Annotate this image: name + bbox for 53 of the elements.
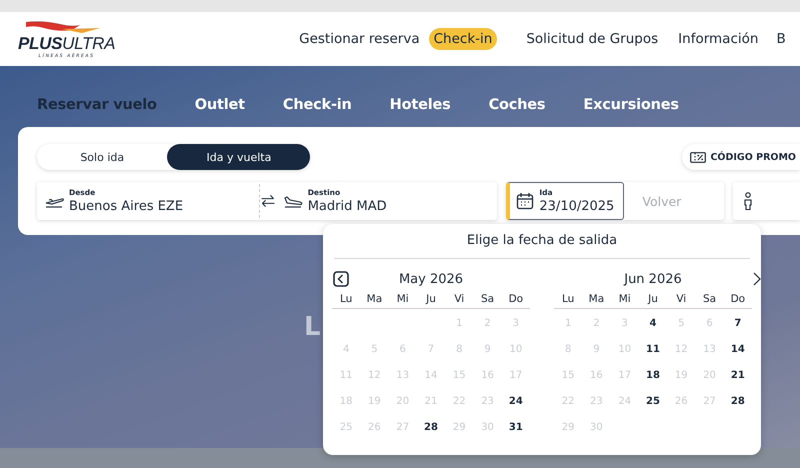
weekday-label: Do — [730, 292, 746, 304]
calendar-day[interactable]: 11 — [638, 344, 668, 354]
nav-link[interactable]: Check-in — [428, 28, 498, 50]
nav-link[interactable]: Gestionar reserva — [299, 28, 425, 50]
weekday-label: Mi — [396, 292, 410, 304]
nav-link[interactable]: Información — [673, 28, 764, 50]
month-title: Jun 2026 — [624, 272, 682, 286]
weekday-label: Mi — [618, 292, 632, 304]
return-date-field[interactable]: Volver — [624, 182, 724, 220]
logo-wordmark: PLUSULTRA — [18, 34, 116, 52]
month-title: May 2026 — [398, 272, 464, 286]
weekday-label: Lu — [560, 292, 576, 304]
calendar-icon — [516, 192, 534, 210]
field-value: 23/10/2025 — [539, 198, 614, 214]
weekday-label: Ma — [366, 292, 384, 304]
calendar-day[interactable]: 28 — [416, 422, 446, 432]
weekday-label: Ju — [424, 292, 437, 304]
field-value: Madrid MAD — [308, 198, 387, 214]
trip-type-option[interactable]: Solo ida — [37, 144, 168, 170]
calendar-day[interactable]: 21 — [724, 370, 752, 380]
hero-heading: L — [304, 312, 321, 342]
weekday-label: Do — [508, 292, 524, 304]
trip-type-option[interactable]: Ida y vuelta — [167, 144, 310, 170]
calendar-day[interactable]: 28 — [724, 396, 752, 406]
weekday-label: Vi — [453, 292, 466, 304]
tab[interactable]: Hoteles — [390, 97, 451, 113]
calendar-day[interactable]: 24 — [502, 396, 530, 406]
ticket-icon — [690, 152, 706, 162]
passengers-field[interactable] — [733, 182, 800, 220]
tab[interactable]: Excursiones — [583, 97, 679, 113]
nav-link[interactable]: B — [771, 28, 791, 50]
field-value: Buenos Aires EZE — [69, 198, 184, 214]
weekday-label: Ju — [646, 292, 659, 304]
next-month-icon — [752, 271, 762, 287]
calendar-day[interactable]: 25 — [638, 396, 668, 406]
date-picker-title: Elige la fecha de salida — [334, 224, 750, 259]
weekday-label: Vi — [675, 292, 688, 304]
calendar-day[interactable]: 18 — [638, 370, 668, 380]
calendar-day[interactable]: 31 — [502, 422, 530, 432]
promo-code-button[interactable]: CÓDIGO PROMO — [682, 144, 800, 170]
weekday-label: Sa — [702, 292, 718, 304]
nav-link[interactable]: Solicitud de Grupos — [521, 28, 664, 50]
previous-month-icon — [333, 271, 349, 287]
calendar-day[interactable]: 14 — [724, 344, 752, 354]
calendar-day[interactable]: 4 — [638, 318, 668, 328]
person-icon — [743, 192, 754, 210]
weekday-label: Lu — [338, 292, 354, 304]
tab[interactable]: Outlet — [194, 97, 245, 113]
weekday-label: Sa — [480, 292, 496, 304]
tab[interactable]: Coches — [488, 97, 546, 113]
weekday-label: Ma — [588, 292, 606, 304]
calendar-day[interactable]: 7 — [724, 318, 752, 328]
tab[interactable]: Check-in — [282, 97, 352, 113]
